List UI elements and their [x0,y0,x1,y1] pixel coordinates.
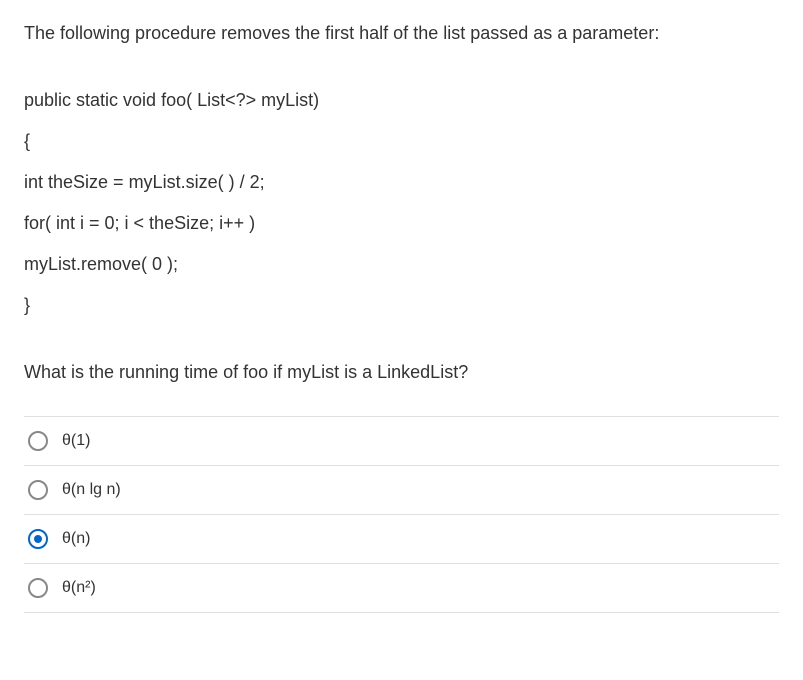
option-3[interactable]: θ(n) [24,515,779,564]
code-line: int theSize = myList.size( ) / 2; [24,169,779,196]
radio-icon [28,480,48,500]
option-label: θ(n²) [62,576,96,600]
code-block: public static void foo( List<?> myList) … [24,87,779,319]
option-label: θ(n lg n) [62,478,121,502]
radio-icon [28,529,48,549]
code-line: myList.remove( 0 ); [24,251,779,278]
option-1[interactable]: θ(1) [24,416,779,466]
code-line: { [24,128,779,155]
question-intro: The following procedure removes the firs… [24,20,779,47]
radio-icon [28,578,48,598]
option-label: θ(1) [62,429,90,453]
code-line: public static void foo( List<?> myList) [24,87,779,114]
options-group: θ(1) θ(n lg n) θ(n) θ(n²) [24,416,779,613]
code-line: } [24,292,779,319]
option-label: θ(n) [62,527,90,551]
option-2[interactable]: θ(n lg n) [24,466,779,515]
option-4[interactable]: θ(n²) [24,564,779,613]
radio-icon [28,431,48,451]
code-line: for( int i = 0; i < theSize; i++ ) [24,210,779,237]
sub-question: What is the running time of foo if myLis… [24,359,779,386]
